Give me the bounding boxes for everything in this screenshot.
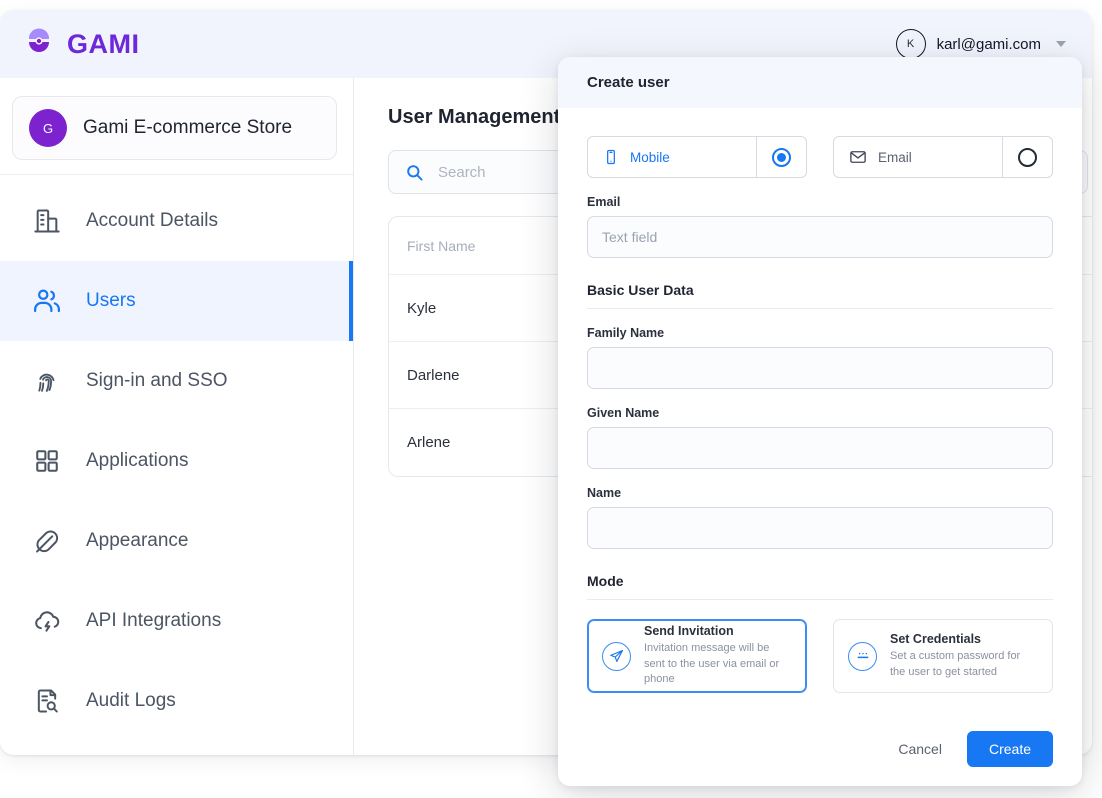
dialog-header: Create user	[558, 57, 1082, 108]
sidebar-item-api-integrations[interactable]: API Integrations	[0, 581, 353, 661]
radio-unselected-icon	[1018, 147, 1037, 167]
grid-icon	[30, 444, 64, 478]
building-icon	[30, 204, 64, 238]
identifier-type-group: Mobile Email	[587, 136, 1053, 178]
email-field[interactable]: Text field	[587, 216, 1053, 258]
mode-heading: Mode	[587, 573, 624, 589]
sidebar-item-label: Users	[86, 290, 136, 311]
column-header-first-name: First Name	[407, 237, 476, 254]
identifier-option-email-label: Email	[878, 149, 912, 165]
sidebar: G Gami E-commerce Store Account Details	[0, 78, 354, 755]
brand-name: GAMI	[67, 28, 140, 59]
mode-desc: Invitation message will be sent to the u…	[644, 642, 780, 686]
search-icon	[405, 163, 424, 182]
sidebar-nav: Account Details Users Sign-in and SSO Ap…	[0, 174, 353, 741]
cell-first-name: Arlene	[407, 434, 451, 451]
cell-first-name: Kyle	[407, 299, 437, 317]
given-name-label: Given Name	[587, 406, 660, 420]
basic-user-data-heading: Basic User Data	[587, 282, 694, 298]
sidebar-item-audit-logs[interactable]: Audit Logs	[0, 661, 353, 741]
identifier-option-mobile-main: Mobile	[588, 137, 756, 177]
identifier-option-email[interactable]: Email	[833, 136, 1053, 178]
envelope-icon	[849, 148, 867, 166]
identifier-option-mobile[interactable]: Mobile	[587, 136, 807, 178]
sidebar-item-account-details[interactable]: Account Details	[0, 181, 353, 261]
email-field-label: Email	[587, 195, 621, 209]
identifier-email-radio[interactable]	[1002, 137, 1052, 177]
divider	[587, 308, 1053, 309]
mode-group: Send Invitation Invitation message will …	[587, 619, 1053, 693]
send-icon	[602, 641, 631, 671]
name-field[interactable]	[587, 507, 1053, 549]
dialog-footer: Cancel Create	[558, 712, 1082, 786]
mode-desc: Set a custom password for the user to ge…	[890, 649, 1021, 678]
mode-title: Send Invitation	[644, 624, 734, 639]
cancel-button[interactable]: Cancel	[892, 733, 948, 765]
family-name-field[interactable]	[587, 347, 1053, 389]
family-name-label: Family Name	[587, 326, 665, 340]
identifier-option-mobile-label: Mobile	[630, 149, 670, 165]
mode-card-send-invitation-text: Send Invitation Invitation message will …	[644, 624, 792, 688]
fingerprint-icon	[30, 364, 64, 398]
sidebar-item-applications[interactable]: Applications	[0, 421, 353, 501]
sidebar-item-sign-in-and-sso[interactable]: Sign-in and SSO	[0, 341, 353, 421]
sidebar-item-label: Appearance	[86, 530, 189, 551]
gami-logo-icon	[22, 27, 56, 61]
chevron-down-icon[interactable]	[1056, 41, 1066, 47]
mode-card-set-credentials[interactable]: Set Credentials Set a custom password fo…	[833, 619, 1053, 693]
divider	[587, 599, 1053, 600]
sidebar-item-appearance[interactable]: Appearance	[0, 501, 353, 581]
feather-icon	[30, 524, 64, 558]
password-icon	[848, 641, 877, 671]
cloud-lightning-icon	[30, 604, 64, 638]
identifier-mobile-radio[interactable]	[756, 137, 806, 177]
sidebar-item-label: Account Details	[86, 210, 219, 231]
user-menu[interactable]: K karl@gami.com	[895, 29, 1066, 59]
org-avatar: G	[29, 109, 67, 147]
sidebar-item-label: API Integrations	[86, 610, 222, 631]
document-search-icon	[30, 684, 64, 718]
create-user-dialog: Create user Mobile Email Email Text fiel…	[558, 57, 1082, 786]
email-field-placeholder: Text field	[602, 229, 658, 245]
dialog-title: Create user	[587, 74, 670, 91]
screen: GAMI K karl@gami.com G Gami E-commerce S…	[0, 0, 1102, 798]
sidebar-item-label: Sign-in and SSO	[86, 370, 228, 391]
cell-first-name: Darlene	[407, 366, 460, 384]
sidebar-item-label: Applications	[86, 450, 189, 471]
mode-title: Set Credentials	[890, 631, 982, 646]
search-placeholder: Search	[438, 163, 486, 181]
name-label: Name	[587, 486, 622, 500]
brand[interactable]: GAMI	[22, 27, 140, 61]
user-email: karl@gami.com	[936, 35, 1041, 53]
mode-card-set-credentials-text: Set Credentials Set a custom password fo…	[890, 632, 1038, 680]
radio-selected-icon	[772, 147, 791, 167]
avatar: K	[895, 29, 926, 59]
sidebar-item-users[interactable]: Users	[0, 261, 353, 341]
org-switcher[interactable]: G Gami E-commerce Store	[12, 96, 337, 160]
sidebar-item-label: Audit Logs	[86, 690, 176, 711]
mode-card-send-invitation[interactable]: Send Invitation Invitation message will …	[587, 619, 807, 693]
identifier-option-email-main: Email	[834, 137, 1002, 177]
org-name: Gami E-commerce Store	[83, 117, 293, 138]
dialog-body: Mobile Email Email Text field Basic User…	[558, 108, 1082, 712]
mobile-icon	[603, 149, 619, 165]
create-button[interactable]: Create	[966, 731, 1053, 767]
users-icon	[30, 284, 64, 318]
given-name-field[interactable]	[587, 427, 1053, 469]
